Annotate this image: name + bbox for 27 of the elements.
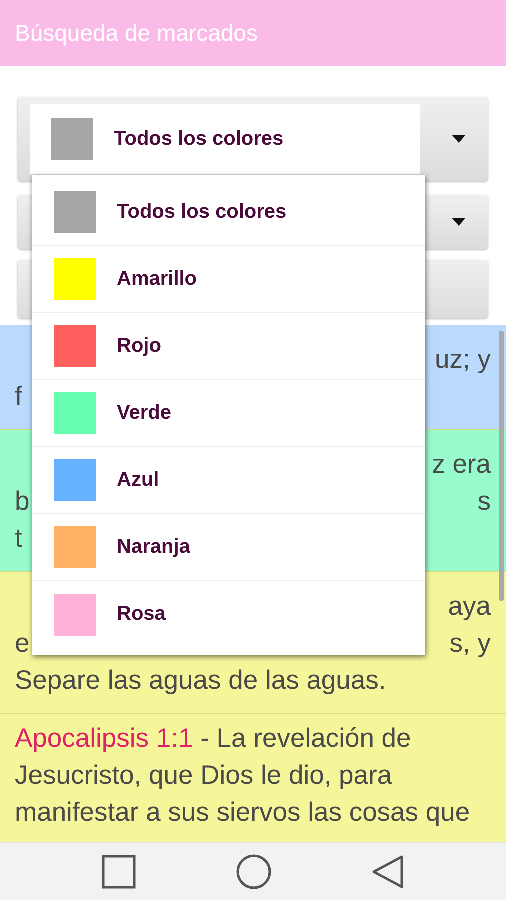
dropdown-arrow-icon — [452, 218, 466, 226]
color-dropdown[interactable]: Todos los colores — [18, 97, 488, 181]
verse-text: e — [15, 628, 30, 659]
verse-text: aya — [448, 591, 491, 622]
verse-text: Separe las aguas de las aguas. — [15, 665, 386, 696]
verse-text: b — [15, 486, 30, 517]
verse-text: Apocalipsis 1:1 - La revelación de Jesucristo, que Dios le dio, para manifestar a sus siervos las cosas que — [15, 722, 472, 829]
square-icon[interactable] — [102, 854, 136, 888]
menu-option[interactable]: Rojo — [117, 334, 162, 358]
dropdown-arrow-icon — [452, 135, 466, 143]
verse-text: t — [15, 523, 22, 554]
dropdown-value: Todos los colores — [114, 128, 284, 150]
verse-text: uz; y — [435, 344, 491, 375]
menu-option[interactable]: Todos los colores — [117, 200, 287, 224]
verse-text: f — [15, 381, 22, 412]
menu-option[interactable]: Azul — [117, 468, 160, 492]
verse-text: s, y — [450, 628, 491, 659]
menu-option[interactable]: Amarillo — [117, 268, 198, 290]
screen-title: Búsqueda de marcados — [15, 20, 258, 46]
back-icon[interactable] — [372, 854, 404, 888]
verse-text: s — [478, 486, 491, 517]
menu-option[interactable]: Naranja — [117, 536, 190, 558]
result-card[interactable]: Apocalipsis 1:1 - La revelación de Jesucristo, que Dios le dio, para manifestar a sus siervos las cosas que — [0, 713, 506, 842]
menu-option[interactable]: Verde — [117, 402, 172, 424]
verse-text: z era — [432, 449, 491, 480]
circle-icon[interactable] — [236, 854, 272, 890]
menu-option[interactable]: Rosa — [117, 603, 166, 626]
